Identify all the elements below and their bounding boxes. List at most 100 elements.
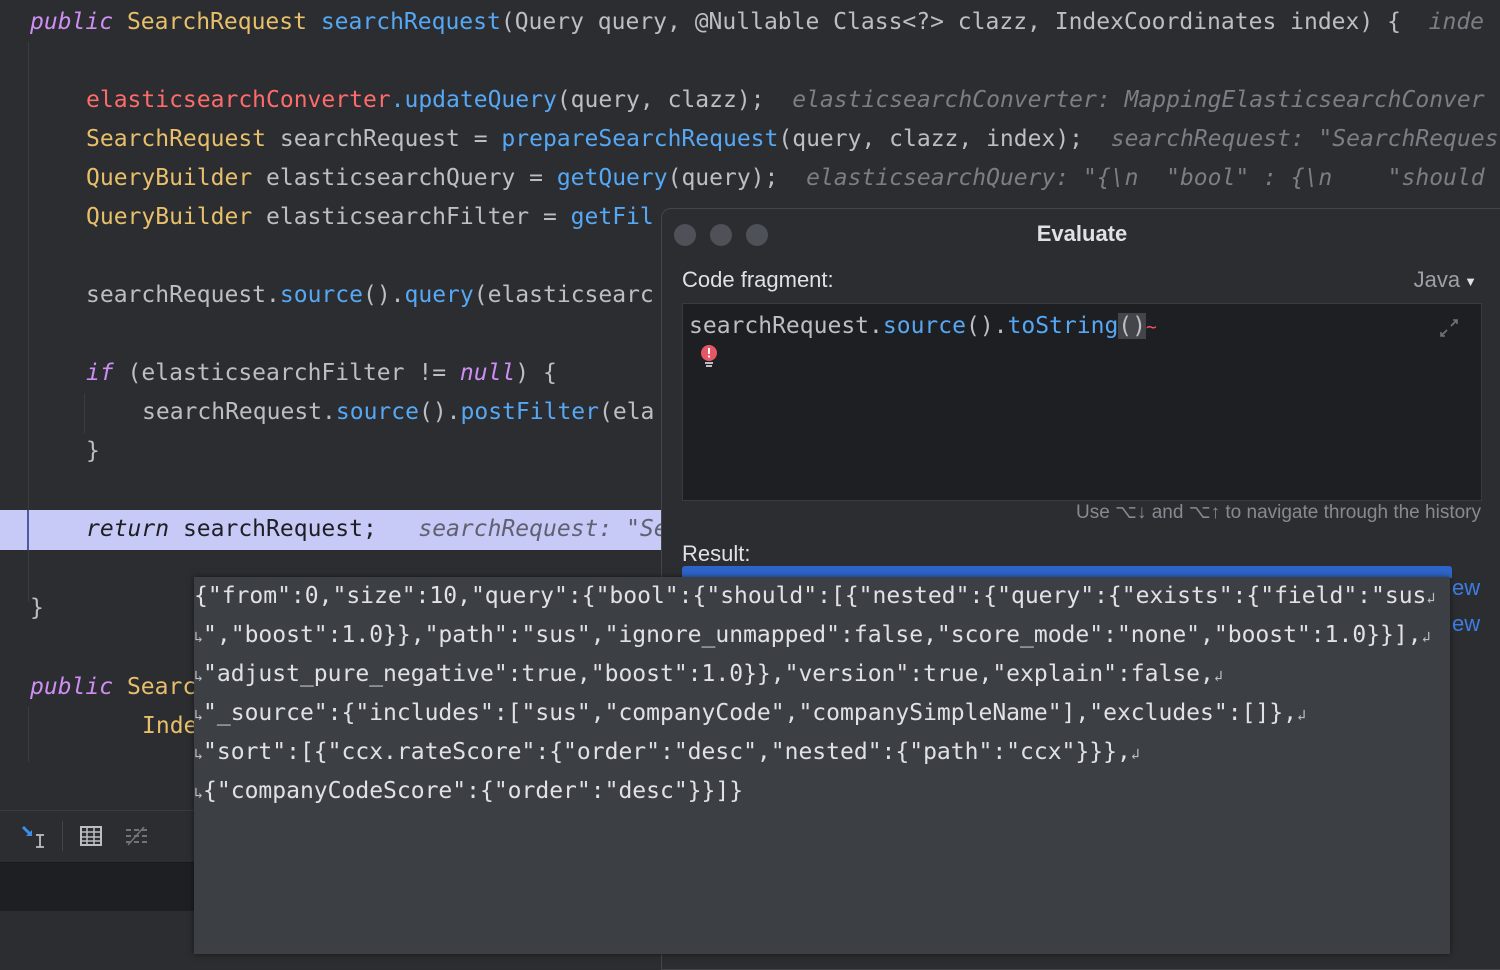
- code-text: elasticsearchQuery =: [252, 165, 557, 191]
- wrap-arrow-icon: ↲: [1130, 745, 1140, 763]
- method-args: (query, clazz);: [556, 87, 765, 113]
- code-line-return: return searchRequest; searchRequest: "Se: [86, 510, 668, 549]
- language-label: Java: [1413, 267, 1461, 292]
- code-line-prepare-request: SearchRequest searchRequest = prepareSea…: [86, 120, 1498, 159]
- code-text: elasticsearchFilter =: [252, 204, 571, 230]
- code-line-post-filter: searchRequest.source().postFilter(ela: [142, 393, 654, 432]
- code-text: ().: [362, 282, 405, 308]
- indent-guide: [84, 393, 85, 433]
- type-name: SearchRequest: [86, 126, 267, 152]
- method-args: (query, clazz, index);: [778, 126, 1084, 152]
- table-icon[interactable]: [78, 823, 104, 849]
- error-squiggle: ~: [1146, 317, 1157, 338]
- wrap-arrow-icon: ↲: [1296, 706, 1306, 724]
- wrap-arrow-icon: ↳: [194, 784, 204, 802]
- method-name: toString: [1007, 313, 1119, 339]
- method-name: getQuery: [556, 165, 668, 191]
- wrap-arrow-icon: ↳: [194, 628, 204, 646]
- result-line: ↳"sort":[{"ccx.rateScore":{"order":"desc…: [194, 733, 1140, 772]
- result-text: {"from":0,"size":10,"query":{"bool":{"sh…: [194, 583, 1427, 609]
- code-line-close-method: }: [30, 589, 44, 628]
- inline-hint: searchRequest: "Se: [418, 516, 668, 542]
- code-text: ) {: [515, 360, 557, 386]
- wrap-arrow-icon: ↲: [1213, 667, 1223, 685]
- method-name: searchRequest: [320, 9, 501, 35]
- wrap-arrow-icon: ↲: [1421, 628, 1431, 646]
- result-line: ↳{"companyCodeScore":{"order":"desc"}}]}: [194, 772, 743, 811]
- method-name: .updateQuery: [390, 87, 557, 113]
- code-text: ().: [965, 313, 1008, 339]
- toolbar-separator: [62, 821, 63, 851]
- method-name: query: [404, 282, 474, 308]
- wrap-arrow-icon: ↳: [194, 706, 204, 724]
- type-name: Inde: [142, 713, 198, 739]
- wrap-arrow-icon: ↳: [194, 667, 204, 685]
- method-params: (Query query, @Nullable Class<?> clazz, …: [500, 9, 1401, 35]
- result-line: ↳"adjust_pure_negative":true,"boost":1.0…: [194, 655, 1223, 694]
- code-line-update-query: elasticsearchConverter.updateQuery(query…: [86, 81, 1485, 120]
- indent-guide: [28, 707, 29, 762]
- chevron-down-icon: ▼: [1464, 273, 1477, 289]
- code-text: }: [86, 438, 100, 464]
- result-text: "sort":[{"ccx.rateScore":{"order":"desc"…: [203, 739, 1131, 765]
- code-text: (elasticsearc: [473, 282, 654, 308]
- return-type: SearchRequest: [126, 9, 307, 35]
- method-name: source: [882, 313, 966, 339]
- result-line: {"from":0,"size":10,"query":{"bool":{"sh…: [194, 577, 1435, 616]
- code-fragment-label: Code fragment:: [682, 267, 834, 292]
- code-line-close-brace: }: [86, 432, 100, 471]
- result-text: "adjust_pure_negative":true,"boost":1.0}…: [203, 661, 1214, 687]
- code-fragment-text: searchRequest.source().toString()~: [689, 308, 1157, 346]
- keyword: if: [86, 360, 114, 386]
- history-hint: Use ⌥↓ and ⌥↑ to navigate through the hi…: [1075, 502, 1481, 523]
- result-text: ","boost":1.0}},"path":"sus","ignore_unm…: [203, 622, 1422, 648]
- result-line: ↳"_source":{"includes":["sus","companyCo…: [194, 694, 1306, 733]
- language-selector[interactable]: Java ▼: [1414, 267, 1477, 293]
- format-icon[interactable]: [124, 823, 150, 849]
- code-text: searchRequest.: [689, 313, 883, 339]
- inline-hint: elasticsearchQuery: "{\n "bool" : {\n "s…: [806, 165, 1485, 191]
- method-name: source: [279, 282, 363, 308]
- code-text: (ela: [599, 399, 655, 425]
- keyword: return: [86, 516, 170, 542]
- debug-toolbar: [0, 810, 194, 863]
- code-line-get-query: QueryBuilder elasticsearchQuery = getQue…: [86, 159, 1485, 198]
- wrap-arrow-icon: ↲: [1426, 589, 1436, 607]
- code-line-source-query: searchRequest.source().query(elasticsear…: [86, 276, 654, 315]
- inline-hint: searchRequest: "SearchReques: [1110, 126, 1499, 152]
- code-line-if: if (elasticsearchFilter != null) {: [86, 354, 557, 393]
- view-link[interactable]: ew: [1452, 611, 1480, 637]
- error-bulb-icon[interactable]: [699, 344, 719, 370]
- code-text: searchRequest.: [142, 399, 336, 425]
- code-line-next-method: public Searc: [30, 668, 196, 707]
- current-execution-line: return searchRequest; searchRequest: "Se: [0, 510, 668, 550]
- inline-hint: elasticsearchConverter: MappingElasticse…: [792, 87, 1485, 113]
- result-line: ↳","boost":1.0}},"path":"sus","ignore_un…: [194, 616, 1431, 655]
- result-label: Result:: [682, 541, 751, 566]
- keyword: public: [30, 674, 114, 700]
- view-link[interactable]: ew: [1452, 575, 1480, 601]
- method-name: postFilter: [460, 399, 599, 425]
- code-text: searchRequest.: [86, 282, 280, 308]
- keyword: null: [459, 360, 516, 386]
- status-strip: [0, 862, 194, 911]
- keyword: public: [30, 9, 114, 35]
- step-into-icon[interactable]: [20, 823, 46, 849]
- code-text: (elasticsearchFilter !=: [113, 360, 460, 386]
- result-text: "_source":{"includes":["sus","companyCod…: [203, 700, 1297, 726]
- execution-marker: [27, 510, 29, 550]
- result-text: {"companyCodeScore":{"order":"desc"}}]}: [203, 778, 744, 804]
- result-value-popup[interactable]: {"from":0,"size":10,"query":{"bool":{"sh…: [194, 577, 1450, 954]
- inline-hint: inde: [1428, 9, 1485, 35]
- code-text: ().: [418, 399, 461, 425]
- code-text: searchRequest;: [169, 516, 377, 542]
- code-fragment-editor[interactable]: searchRequest.source().toString()~: [682, 303, 1482, 501]
- type-name: QueryBuilder: [86, 165, 253, 191]
- method-name: getFil: [570, 204, 654, 230]
- expand-icon[interactable]: [1439, 318, 1459, 338]
- type-name: QueryBuilder: [86, 204, 253, 230]
- method-args: (query);: [667, 165, 779, 191]
- code-line-get-filter: QueryBuilder elasticsearchFilter = getFi…: [86, 198, 654, 237]
- code-line-method-signature: public SearchRequest searchRequest(Query…: [30, 3, 1484, 42]
- type-name: Searc: [126, 674, 197, 700]
